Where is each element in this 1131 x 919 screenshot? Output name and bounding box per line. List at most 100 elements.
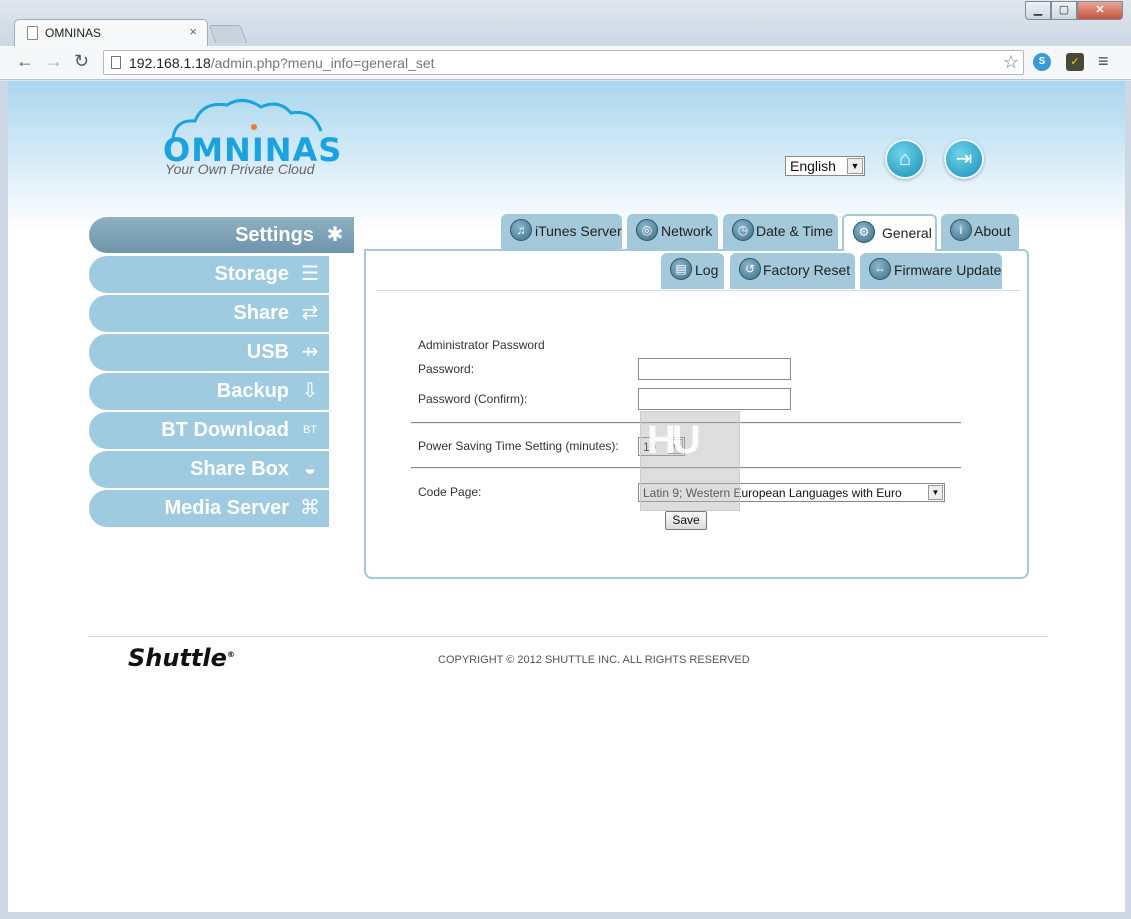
share-arrows-icon: ⇄	[301, 302, 319, 324]
sidebar-item-label: Storage	[214, 263, 289, 285]
tools-icon: ✱	[326, 224, 344, 246]
language-select[interactable]: English ▼	[785, 156, 865, 176]
tab-label: General	[882, 225, 932, 241]
clock-icon: ◷	[732, 219, 754, 241]
watermark-logo: HU	[647, 418, 701, 462]
tab-label: Network	[661, 223, 713, 239]
skype-extension-icon[interactable]: S	[1033, 53, 1051, 71]
page-icon	[27, 26, 38, 40]
tab-network[interactable]: ◎ Network	[627, 214, 718, 249]
tab-label: iTunes Server	[535, 223, 622, 239]
logout-button[interactable]: ⇥	[944, 139, 984, 179]
reset-icon: ↺	[739, 258, 761, 280]
url-path: /admin.php?menu_info=general_set	[210, 55, 435, 71]
tab-label: Firmware Update	[894, 262, 1002, 278]
chevron-down-icon: ▼	[928, 485, 943, 500]
window-frame-left	[0, 81, 8, 919]
subtab-log[interactable]: ▤ Log	[661, 253, 724, 289]
footer-divider	[88, 636, 1048, 637]
forward-arrow-icon[interactable]: →	[45, 51, 63, 72]
logout-icon: ⇥	[955, 148, 973, 170]
web-page: OMNINAS Your Own Private Cloud English ▼…	[8, 81, 1125, 912]
subtab-factory-reset[interactable]: ↺ Factory Reset	[730, 253, 855, 289]
chevron-down-icon: ▼	[847, 158, 863, 174]
omninas-logo: OMNINAS Your Own Private Cloud	[163, 97, 341, 179]
sidebar-item-label: Share	[233, 302, 289, 324]
subtab-firmware-update[interactable]: ⇔ Firmware Update	[860, 253, 1002, 289]
divider	[376, 290, 1021, 291]
bt-download-icon: BT	[302, 424, 318, 436]
tab-label: About	[974, 223, 1011, 239]
network-icon: ◎	[636, 219, 658, 241]
tab-label: Factory Reset	[763, 262, 851, 278]
sidebar-item-bt-download[interactable]: BT Download BT	[89, 412, 329, 449]
url-host: 192.168.1.18	[129, 55, 211, 71]
extension-icon[interactable]: ✓	[1066, 53, 1084, 71]
page-icon	[111, 56, 121, 69]
usb-icon: ⇸	[301, 341, 319, 363]
code-page-label: Code Page:	[418, 485, 482, 499]
sidebar-item-label: BT Download	[161, 419, 289, 441]
log-icon: ▤	[670, 258, 692, 280]
browser-titlebar: OMNINAS × ▁ ▢ ✕	[0, 0, 1131, 46]
new-tab-button[interactable]	[208, 25, 248, 43]
password-confirm-label: Password (Confirm):	[418, 392, 528, 406]
password-confirm-field[interactable]	[638, 388, 791, 410]
bookmark-star-icon[interactable]: ☆	[1003, 52, 1019, 73]
tab-label: Date & Time	[756, 223, 834, 239]
password-label: Password:	[418, 362, 475, 376]
gear-icon: ⚙	[853, 221, 875, 243]
share-box-icon: ◒	[303, 458, 317, 480]
sidebar-item-media-server[interactable]: Media Server ⌘	[89, 490, 329, 527]
sidebar-item-share-box[interactable]: Share Box ◒	[89, 451, 329, 488]
browser-menu-icon[interactable]: ≡	[1098, 51, 1109, 72]
power-saving-label: Power Saving Time Setting (minutes):	[418, 439, 619, 453]
tab-about[interactable]: i About	[941, 214, 1019, 249]
tab-label: Log	[695, 262, 719, 278]
logo-tagline: Your Own Private Cloud	[165, 161, 315, 177]
copyright-text: COPYRIGHT © 2012 SHUTTLE INC. ALL RIGHTS…	[438, 654, 750, 666]
browser-toolbar: ← → ↻ 192.168.1.18/admin.php?menu_info=g…	[0, 46, 1131, 80]
home-icon: ⌂	[898, 148, 912, 170]
back-arrow-icon[interactable]: ←	[16, 51, 34, 72]
shuttle-logo: Shuttle®	[128, 644, 235, 672]
backup-icon: ⇩	[301, 380, 319, 402]
section-title: Administrator Password	[418, 338, 545, 352]
tab-itunes-server[interactable]: ♫ iTunes Server	[501, 214, 622, 249]
sidebar-item-label: Media Server	[164, 497, 289, 519]
address-bar[interactable]: 192.168.1.18/admin.php?menu_info=general…	[103, 50, 1024, 75]
window-frame-right	[1125, 81, 1131, 919]
media-server-icon: ⌘	[300, 497, 320, 519]
sidebar-item-label: Share Box	[190, 458, 289, 480]
url-text[interactable]: 192.168.1.18/admin.php?menu_info=general…	[129, 55, 435, 71]
password-field[interactable]	[638, 358, 791, 380]
registered-mark: ®	[226, 650, 235, 659]
firmware-update-icon: ⇔	[869, 258, 891, 280]
info-icon: i	[950, 219, 972, 241]
tab-date-time[interactable]: ◷ Date & Time	[723, 214, 838, 249]
sidebar-item-label: USB	[246, 341, 289, 363]
reload-icon[interactable]: ↻	[74, 51, 89, 72]
minimize-button[interactable]: ▁	[1025, 1, 1051, 20]
tab-title: OMNINAS	[45, 26, 102, 40]
tab-close-icon[interactable]: ×	[189, 24, 197, 39]
shuttle-brand: Shuttle	[128, 644, 227, 672]
storage-icon: ☰	[301, 263, 319, 285]
language-value: English	[790, 158, 836, 174]
sidebar-item-settings[interactable]: Settings ✱	[89, 217, 354, 253]
maximize-button[interactable]: ▢	[1051, 1, 1077, 20]
window-frame-bottom	[0, 912, 1131, 919]
sidebar-item-storage[interactable]: Storage ☰	[89, 256, 329, 293]
sidebar-item-share[interactable]: Share ⇄	[89, 295, 329, 332]
sidebar-item-usb[interactable]: USB ⇸	[89, 334, 329, 371]
sidebar-item-label: Settings	[235, 224, 314, 246]
tab-general[interactable]: ⚙ General	[842, 214, 937, 251]
sidebar-item-backup[interactable]: Backup ⇩	[89, 373, 329, 410]
window-close-button[interactable]: ✕	[1077, 1, 1123, 20]
music-note-icon: ♫	[510, 219, 532, 241]
browser-tab[interactable]: OMNINAS ×	[14, 19, 208, 46]
watermark-overlay: HU	[640, 411, 740, 511]
sidebar-item-label: Backup	[216, 380, 289, 402]
home-button[interactable]: ⌂	[885, 139, 925, 179]
save-button[interactable]: Save	[665, 511, 707, 530]
